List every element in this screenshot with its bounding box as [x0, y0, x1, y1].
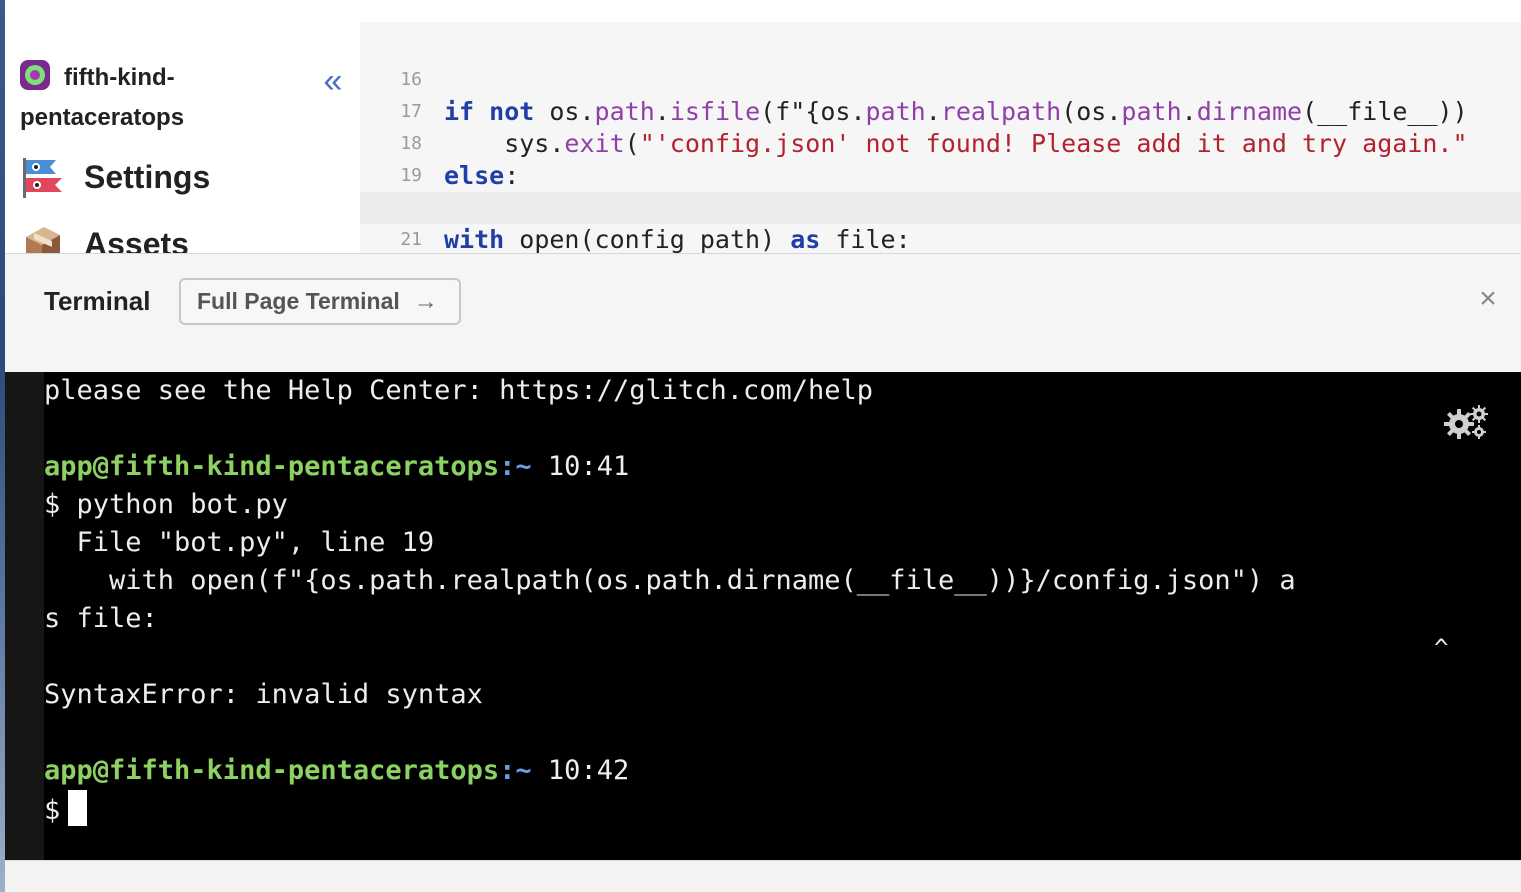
prompt-user: app@fifth-kind-pentaceratops [44, 755, 500, 786]
prompt-path: :~ [499, 451, 532, 482]
project-name-line1: fifth-kind- [64, 64, 175, 91]
full-page-terminal-button[interactable]: Full Page Terminal → [179, 278, 461, 325]
code-line: 20 with open(config_path) as file: [360, 160, 1521, 253]
sidebar-item-assets[interactable]: Assets [20, 222, 189, 253]
terminal-line: with open(f"{os.path.realpath(os.path.di… [44, 565, 1296, 596]
collapse-sidebar-button[interactable]: « [317, 64, 349, 98]
project-name[interactable]: fifth-kind- pentaceratops [20, 58, 320, 138]
assets-box-icon [20, 223, 66, 253]
sidebar: fifth-kind- pentaceratops « Settings Ass… [5, 22, 360, 253]
gear-icon[interactable] [1443, 404, 1489, 440]
sidebar-item-settings[interactable]: Settings [20, 155, 210, 199]
sidebar-item-label: Settings [84, 158, 211, 195]
terminal-prompt: app@fifth-kind-pentaceratops:~ 10:41 [44, 448, 629, 486]
code-line: 17 sys.exit("'config.json' not found! Pl… [360, 64, 1521, 158]
code-editor[interactable]: 16 if not os.path.isfile(f"{os.path.real… [360, 22, 1521, 253]
code-line: 19 config_path = os.path.join(os.path.re… [360, 128, 1521, 222]
code-line-active: 21 config = json.load(file) [360, 192, 1521, 250]
terminal-gutter [5, 372, 44, 860]
terminal[interactable]: please see the Help Center: https://glit… [5, 372, 1521, 860]
prompt-user: app@fifth-kind-pentaceratops [44, 451, 500, 482]
arrow-right-icon: → [413, 287, 438, 315]
syntax-error-caret: ^ [1434, 634, 1449, 662]
terminal-line: $ python bot.py [44, 489, 288, 520]
window-edge [0, 0, 5, 892]
terminal-spacer [5, 350, 1521, 372]
terminal-panel-header: Terminal Full Page Terminal → × [5, 253, 1521, 352]
prompt-time: 10:41 [531, 451, 630, 482]
code-line: 16 if not os.path.isfile(f"{os.path.real… [360, 32, 1521, 126]
project-name-line2: pentaceratops [20, 104, 185, 131]
input-prompt: $ [44, 795, 61, 826]
top-bar [5, 0, 1521, 23]
glitch-editor-window: fifth-kind- pentaceratops « Settings Ass… [0, 0, 1521, 892]
prompt-path: :~ [499, 755, 532, 786]
terminal-line: SyntaxError: invalid syntax [44, 679, 483, 710]
bottom-bar [5, 860, 1521, 892]
terminal-title: Terminal [44, 286, 151, 316]
code-line: 22 [360, 224, 1521, 253]
settings-flags-icon [20, 156, 66, 198]
code-line: 18 else: [360, 96, 1521, 190]
terminal-line: s file: [44, 603, 158, 634]
prompt-time: 10:42 [531, 755, 630, 786]
terminal-line: File "bot.py", line 19 [44, 527, 435, 558]
top-area: fifth-kind- pentaceratops « Settings Ass… [5, 0, 1521, 253]
terminal-prompt: app@fifth-kind-pentaceratops:~ 10:42 [44, 752, 629, 790]
terminal-line: please see the Help Center: https://glit… [44, 375, 874, 406]
close-terminal-button[interactable]: × [1474, 284, 1502, 314]
full-page-terminal-label: Full Page Terminal [197, 288, 400, 314]
terminal-input-line: $ [44, 790, 88, 828]
sidebar-item-label: Assets [84, 225, 189, 254]
terminal-cursor[interactable] [68, 790, 88, 826]
